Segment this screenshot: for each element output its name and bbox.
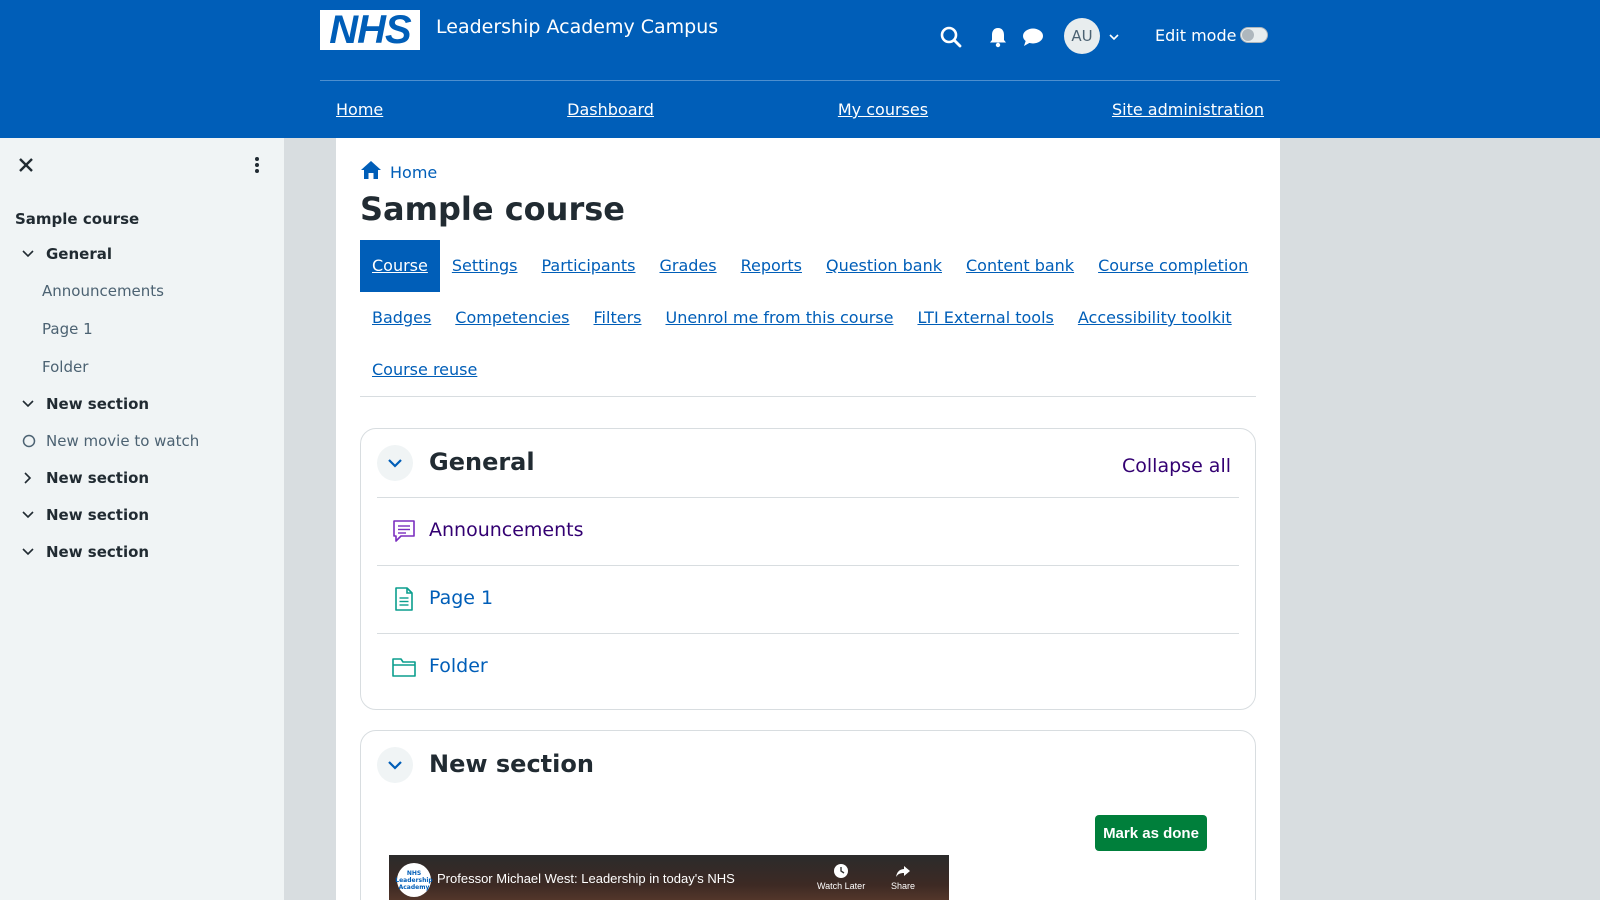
tab-reports[interactable]: Reports xyxy=(729,240,814,292)
tab-accessibility-toolkit[interactable]: Accessibility toolkit xyxy=(1066,292,1244,344)
chevron-down-icon[interactable] xyxy=(377,747,413,783)
nav-dashboard[interactable]: Dashboard xyxy=(567,100,654,119)
activity-row: Folder xyxy=(377,633,1239,701)
tab-content-bank[interactable]: Content bank xyxy=(954,240,1086,292)
section-title: General xyxy=(429,448,535,476)
section-title: New section xyxy=(429,750,594,778)
site-name[interactable]: Leadership Academy Campus xyxy=(436,16,718,38)
drawer-activity-label: New movie to watch xyxy=(46,432,200,450)
forum-icon xyxy=(391,518,419,546)
kebab-menu-icon[interactable] xyxy=(254,156,260,178)
chevron-right-icon[interactable] xyxy=(22,469,36,487)
drawer-section-label: New section xyxy=(46,469,150,487)
chevron-down-icon[interactable] xyxy=(22,506,36,524)
chat-icon[interactable] xyxy=(1020,24,1046,50)
nhs-logo-text: NHS xyxy=(329,8,411,52)
chevron-down-icon[interactable] xyxy=(22,543,36,561)
drawer-course-title[interactable]: Sample course xyxy=(15,210,139,228)
secondary-nav-row: Course reuse xyxy=(360,344,489,396)
activity-link-announcements[interactable]: Announcements xyxy=(429,519,584,541)
video-channel-logo[interactable]: NHS Leadership Academy xyxy=(395,863,433,897)
site-header: NHS Leadership Academy Campus AU Edit mo… xyxy=(0,0,1600,138)
tab-course[interactable]: Course xyxy=(360,240,440,292)
share-control[interactable]: Share xyxy=(891,863,915,891)
tab-unenrol[interactable]: Unenrol me from this course xyxy=(653,292,905,344)
tab-participants[interactable]: Participants xyxy=(529,240,647,292)
share-label: Share xyxy=(891,881,916,891)
secondary-nav-row: Course Settings Participants Grades Repo… xyxy=(360,240,1260,292)
edit-mode-label: Edit mode xyxy=(1155,26,1237,45)
tab-course-completion[interactable]: Course completion xyxy=(1086,240,1260,292)
completion-circle-icon xyxy=(22,432,36,450)
drawer-activity-label: Folder xyxy=(42,358,89,376)
video-title[interactable]: Professor Michael West: Leadership in to… xyxy=(437,871,735,886)
breadcrumb: Home xyxy=(360,160,437,184)
activity-row: Page 1 xyxy=(377,565,1239,633)
bell-icon[interactable] xyxy=(985,24,1011,50)
course-section-new-section: New section Mark as done NHS Leadership … xyxy=(360,730,1256,900)
tab-question-bank[interactable]: Question bank xyxy=(814,240,954,292)
primary-nav: Home Dashboard My courses Site administr… xyxy=(320,81,1280,138)
right-gutter xyxy=(1280,138,1600,900)
secondary-nav-divider xyxy=(360,396,1256,397)
collapse-all-link[interactable]: Collapse all xyxy=(1122,455,1231,477)
secondary-nav-row: Badges Competencies Filters Unenrol me f… xyxy=(360,292,1244,344)
tab-badges[interactable]: Badges xyxy=(360,292,443,344)
drawer-activity-label: Announcements xyxy=(42,282,164,300)
search-icon[interactable] xyxy=(938,24,964,50)
breadcrumb-home-link[interactable]: Home xyxy=(390,163,437,182)
watch-later-label: Watch Later xyxy=(817,881,866,891)
activity-row: Announcements xyxy=(377,497,1239,565)
drawer-activity-label: Page 1 xyxy=(42,320,93,338)
course-index-drawer: Sample course General Announcements Page… xyxy=(0,138,285,900)
tab-settings[interactable]: Settings xyxy=(440,240,530,292)
drawer-section-label: New section xyxy=(46,506,150,524)
header-inner: NHS Leadership Academy Campus AU Edit mo… xyxy=(320,0,1280,138)
edit-mode-toggle[interactable] xyxy=(1240,27,1268,43)
chevron-down-icon[interactable] xyxy=(22,395,36,413)
avatar[interactable]: AU xyxy=(1064,18,1100,54)
drawer-section-label: General xyxy=(46,245,112,263)
nhs-logo[interactable]: NHS xyxy=(320,10,420,50)
nav-home[interactable]: Home xyxy=(336,100,383,119)
share-icon xyxy=(896,866,911,877)
page-title: Sample course xyxy=(360,190,625,228)
activity-link-folder[interactable]: Folder xyxy=(429,655,488,677)
tab-grades[interactable]: Grades xyxy=(647,240,728,292)
video-embed[interactable]: NHS Leadership Academy Professor Michael… xyxy=(389,855,949,900)
close-icon[interactable] xyxy=(18,154,34,179)
page-icon xyxy=(391,586,419,614)
clock-icon xyxy=(834,864,849,878)
folder-icon xyxy=(391,654,419,682)
nav-site-administration[interactable]: Site administration xyxy=(1112,100,1264,119)
home-icon[interactable] xyxy=(360,160,382,184)
activity-link-page-1[interactable]: Page 1 xyxy=(429,587,493,609)
tab-competencies[interactable]: Competencies xyxy=(443,292,581,344)
nav-my-courses[interactable]: My courses xyxy=(838,100,928,119)
tab-course-reuse[interactable]: Course reuse xyxy=(360,344,489,396)
chevron-down-icon[interactable] xyxy=(377,445,413,481)
drawer-section-label: New section xyxy=(46,543,150,561)
drawer-section-label: New section xyxy=(46,395,150,413)
mark-as-done-button[interactable]: Mark as done xyxy=(1095,815,1207,851)
watch-later-control[interactable]: Watch Later xyxy=(817,863,865,891)
tab-lti-external-tools[interactable]: LTI External tools xyxy=(905,292,1065,344)
main-content: Home Sample course Course Settings Parti… xyxy=(336,138,1280,900)
tab-filters[interactable]: Filters xyxy=(582,292,654,344)
chevron-down-icon[interactable] xyxy=(22,245,36,263)
chevron-down-icon[interactable] xyxy=(1108,27,1120,46)
course-section-general: General Collapse all Announcements Page … xyxy=(360,428,1256,710)
